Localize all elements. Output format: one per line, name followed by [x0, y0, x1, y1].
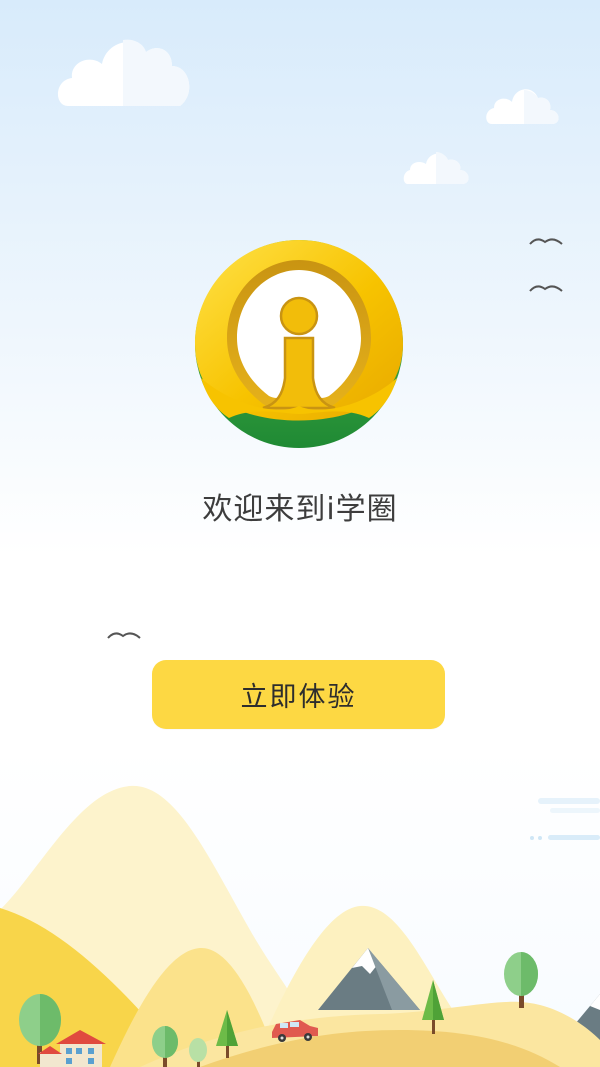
bird-icon: [529, 285, 563, 292]
app-logo-icon: [195, 240, 403, 448]
bird-icon: [107, 632, 141, 639]
welcome-title: 欢迎来到i学圈: [202, 492, 398, 527]
cloud-mid-icon: [403, 152, 469, 184]
bird-icon: [529, 238, 563, 245]
tree-icon: [504, 952, 538, 1008]
start-experience-button[interactable]: 立即体验: [152, 660, 445, 729]
cloud-small-icon: [486, 89, 559, 124]
cloud-large-icon: [57, 39, 190, 107]
landscape-illustration: [0, 785, 600, 1067]
